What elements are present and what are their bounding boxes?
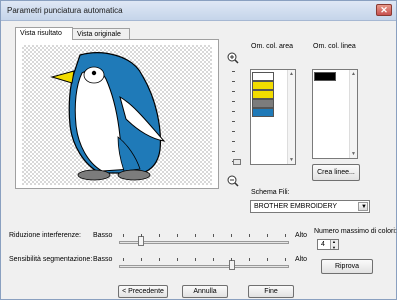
noise-reduction-slider[interactable] (119, 241, 289, 244)
penguin-preview-image (50, 52, 166, 181)
area-color-swatch[interactable] (252, 108, 274, 117)
line-colors-header: Om. col. linea (313, 43, 356, 50)
stepper-down-icon[interactable]: ▼ (332, 245, 336, 250)
retry-button[interactable]: Riprova (321, 259, 373, 274)
line-colors-scrollbar[interactable]: ▲ ▼ (349, 70, 357, 158)
max-colors-stepper[interactable]: 4 ▲ ▼ (317, 239, 339, 250)
area-colors-scrollbar[interactable]: ▲ ▼ (287, 70, 295, 164)
zoom-slider-thumb[interactable] (233, 159, 241, 165)
stepper-up-icon[interactable]: ▲ (332, 239, 336, 244)
zoom-slider[interactable] (232, 71, 238, 166)
crea-linee-button[interactable]: Crea linee... (312, 164, 360, 181)
dropdown-arrow-icon[interactable]: ▼ (358, 202, 368, 211)
area-color-swatch[interactable] (252, 99, 274, 108)
segmentation-high-label: Alto (295, 256, 308, 263)
area-color-swatch[interactable] (252, 81, 274, 90)
tab-panel (15, 39, 219, 189)
zoom-out-icon[interactable] (227, 175, 239, 187)
area-color-swatch[interactable] (252, 90, 274, 99)
thread-scheme-select[interactable]: BROTHER EMBROIDERY ▼ (250, 200, 370, 213)
preview-canvas (22, 45, 212, 185)
noise-reduction-label: Riduzione interferenze: (9, 232, 81, 239)
scroll-down-icon[interactable]: ▼ (351, 151, 356, 157)
finish-button[interactable]: Fine (248, 285, 294, 298)
segmentation-label: Sensibilità segmentazione: (9, 256, 93, 263)
area-color-swatch[interactable] (252, 72, 274, 81)
thread-scheme-label: Schema Fili: (251, 189, 290, 196)
segmentation-slider-thumb[interactable] (229, 260, 235, 270)
cancel-button[interactable]: Annulla (182, 285, 228, 298)
stepper-arrows[interactable]: ▲ ▼ (330, 239, 338, 250)
area-colors-list[interactable]: ▲ ▼ (250, 69, 296, 165)
noise-high-label: Alto (295, 232, 308, 239)
area-colors-header: Om. col. area (251, 43, 294, 50)
line-color-swatch[interactable] (314, 72, 336, 81)
back-button[interactable]: < Precedente (118, 285, 168, 298)
tab-vista-risultato[interactable]: Vista risultato (15, 27, 73, 40)
scroll-up-icon[interactable]: ▲ (351, 71, 356, 77)
max-colors-label: Numero massimo di colori: (314, 228, 397, 235)
dialog-window: Parametri punciatura automatica ✕ Vista … (0, 0, 397, 300)
segmentation-slider[interactable] (119, 265, 289, 268)
noise-reduction-slider-thumb[interactable] (138, 236, 144, 246)
noise-low-label: Basso (93, 232, 113, 239)
title-bar: Parametri punciatura automatica ✕ (1, 1, 396, 21)
line-colors-list[interactable]: ▲ ▼ (312, 69, 358, 159)
close-icon: ✕ (380, 5, 388, 15)
close-button[interactable]: ✕ (376, 4, 392, 16)
segmentation-low-label: Basso (93, 256, 113, 263)
zoom-in-icon[interactable] (227, 52, 239, 64)
scroll-up-icon[interactable]: ▲ (289, 71, 294, 77)
scroll-down-icon[interactable]: ▼ (289, 157, 294, 163)
window-title: Parametri punciatura automatica (7, 6, 123, 15)
